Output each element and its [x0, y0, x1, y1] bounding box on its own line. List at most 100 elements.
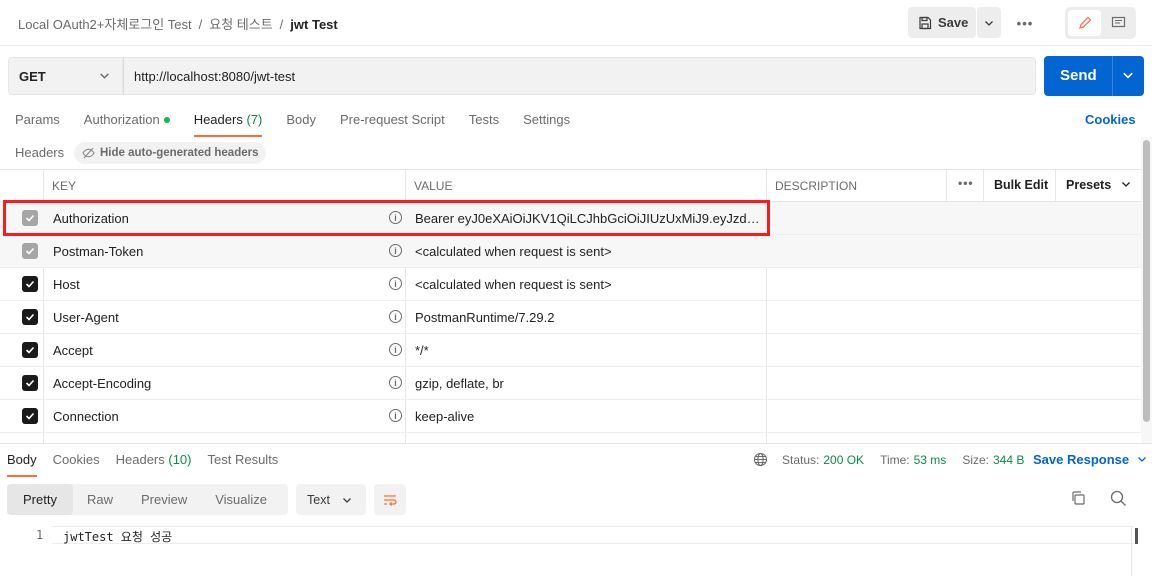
- comment-icon: [1111, 16, 1125, 28]
- header-value: gzip, deflate, br: [415, 376, 504, 391]
- chevron-down-icon: [1137, 457, 1146, 462]
- table-row[interactable]: Authorization i Bearer eyJ0eXAiOiJKV1QiL…: [0, 202, 1141, 235]
- table-row[interactable]: User-Agent i PostmanRuntime/7.29.2: [0, 301, 1141, 334]
- hide-auto-generated-button[interactable]: Hide auto-generated headers: [74, 142, 267, 164]
- line-number: 1: [36, 528, 44, 542]
- table-row[interactable]: Connection i keep-alive: [0, 400, 1141, 433]
- headers-table: KEY VALUE DESCRIPTION ••• Bulk Edit Pres…: [0, 169, 1141, 443]
- row-checkbox[interactable]: [22, 243, 38, 259]
- editor-scrollbar-thumb[interactable]: [1135, 528, 1138, 544]
- breadcrumb-separator: /: [279, 17, 284, 32]
- header-key: Connection: [53, 409, 119, 424]
- row-checkbox[interactable]: [22, 375, 38, 391]
- url-input[interactable]: http://localhost:8080/jwt-test: [123, 57, 1036, 95]
- scrollbar-thumb[interactable]: [1143, 140, 1150, 422]
- info-icon[interactable]: i: [389, 343, 402, 356]
- row-checkbox[interactable]: [22, 408, 38, 424]
- row-checkbox[interactable]: [22, 210, 38, 226]
- wrap-icon: [384, 494, 397, 506]
- view-mode-toggle: [1065, 7, 1136, 39]
- active-line: [52, 526, 1134, 544]
- copy-icon[interactable]: [1070, 490, 1086, 509]
- size-value[interactable]: 344 B: [993, 453, 1024, 467]
- header-key: Host: [53, 277, 80, 292]
- text-type-select[interactable]: Text: [296, 484, 366, 515]
- format-raw[interactable]: Raw: [73, 484, 127, 515]
- format-visualize[interactable]: Visualize: [201, 484, 281, 515]
- info-icon[interactable]: i: [389, 310, 402, 323]
- breadcrumb: Local OAuth2+자체로그인 Test / 요청 테스트 / jwt Test: [18, 14, 338, 33]
- save-response-button[interactable]: Save Response: [1033, 452, 1147, 467]
- response-tab-body[interactable]: Body: [7, 452, 37, 477]
- row-checkbox[interactable]: [22, 276, 38, 292]
- format-preview[interactable]: Preview: [127, 484, 201, 515]
- hide-auto-label: Hide auto-generated headers: [100, 147, 259, 159]
- tab-label: Cookies: [52, 452, 100, 467]
- response-tab-headers[interactable]: Headers (10): [116, 452, 192, 475]
- save-options-button[interactable]: [977, 7, 1001, 38]
- pencil-icon: [1078, 16, 1091, 29]
- info-icon[interactable]: i: [389, 211, 402, 224]
- header-value: Bearer eyJ0eXAiOiJKV1QiLCJhbGciOiJIUzUxM…: [415, 211, 760, 226]
- table-row[interactable]: Postman-Token i <calculated when request…: [0, 235, 1141, 268]
- check-icon: [25, 280, 35, 288]
- table-row[interactable]: Host i <calculated when request is sent>: [0, 268, 1141, 301]
- top-bar: Local OAuth2+자체로그인 Test / 요청 테스트 / jwt Test …: [0, 0, 1152, 46]
- search-icon[interactable]: [1110, 490, 1127, 510]
- status-value[interactable]: 200 OK: [823, 453, 864, 467]
- breadcrumb-folder[interactable]: 요청 테스트: [209, 17, 272, 32]
- breadcrumb-request[interactable]: jwt Test: [290, 17, 337, 32]
- header-value: PostmanRuntime/7.29.2: [415, 310, 555, 325]
- tab-authorization[interactable]: Authorization: [84, 112, 170, 136]
- presets-dropdown[interactable]: Presets: [1066, 178, 1131, 192]
- info-icon[interactable]: i: [389, 244, 402, 257]
- response-tab-test-results[interactable]: Test Results: [208, 452, 279, 475]
- tab-settings[interactable]: Settings: [523, 112, 570, 136]
- column-options-icon[interactable]: •••: [958, 176, 974, 190]
- save-label: Save: [938, 15, 969, 30]
- documentation-mode-button[interactable]: [1103, 10, 1133, 36]
- chevron-down-icon: [985, 20, 993, 26]
- header-value: keep-alive: [415, 409, 475, 424]
- request-tabs: Params Authorization Headers (7) Body Pr…: [15, 112, 570, 137]
- info-icon[interactable]: i: [389, 277, 402, 290]
- chevron-down-icon[interactable]: [1122, 69, 1134, 81]
- info-icon[interactable]: i: [389, 409, 402, 422]
- response-body-text[interactable]: jwtTest 요청 성공: [63, 528, 172, 545]
- response-body-editor[interactable]: 1 jwtTest 요청 성공: [0, 526, 1152, 576]
- tab-pre-request-script[interactable]: Pre-request Script: [340, 112, 445, 136]
- tab-body[interactable]: Body: [286, 112, 316, 136]
- response-tab-cookies[interactable]: Cookies: [53, 452, 100, 475]
- format-pretty[interactable]: Pretty: [7, 484, 73, 515]
- response-divider[interactable]: [0, 443, 1152, 444]
- table-row[interactable]: Accept i */*: [0, 334, 1141, 367]
- more-options-icon[interactable]: •••: [1014, 12, 1036, 34]
- tab-params[interactable]: Params: [15, 112, 60, 136]
- save-button[interactable]: Save: [908, 7, 976, 38]
- tab-tests[interactable]: Tests: [469, 112, 499, 136]
- time-value[interactable]: 53 ms: [914, 453, 947, 467]
- edit-mode-button[interactable]: [1068, 10, 1101, 36]
- tab-headers[interactable]: Headers (7): [193, 112, 262, 137]
- header-key: Postman-Token: [53, 244, 144, 259]
- send-button[interactable]: Send: [1044, 56, 1144, 96]
- row-checkbox[interactable]: [22, 342, 38, 358]
- bulk-edit-button[interactable]: Bulk Edit: [994, 178, 1048, 192]
- tab-label: Pre-request Script: [339, 112, 445, 127]
- row-checkbox[interactable]: [22, 309, 38, 325]
- cookies-link[interactable]: Cookies: [1085, 112, 1136, 127]
- column-divider: [946, 170, 947, 202]
- wrap-lines-button[interactable]: [374, 484, 406, 515]
- column-description: DESCRIPTION: [775, 179, 858, 193]
- header-key: Accept: [53, 343, 93, 358]
- info-icon[interactable]: i: [389, 376, 402, 389]
- header-value: <calculated when request is sent>: [415, 277, 612, 292]
- tab-label: Body: [286, 112, 316, 127]
- tab-label: Authorization: [83, 112, 160, 127]
- globe-icon[interactable]: [753, 452, 768, 467]
- table-row[interactable]: Accept-Encoding i gzip, deflate, br: [0, 367, 1141, 400]
- breadcrumb-collection[interactable]: Local OAuth2+자체로그인 Test: [18, 17, 192, 32]
- tab-label: Tests: [468, 112, 500, 127]
- method-select[interactable]: GET: [8, 57, 123, 95]
- chevron-down-icon: [1121, 182, 1130, 187]
